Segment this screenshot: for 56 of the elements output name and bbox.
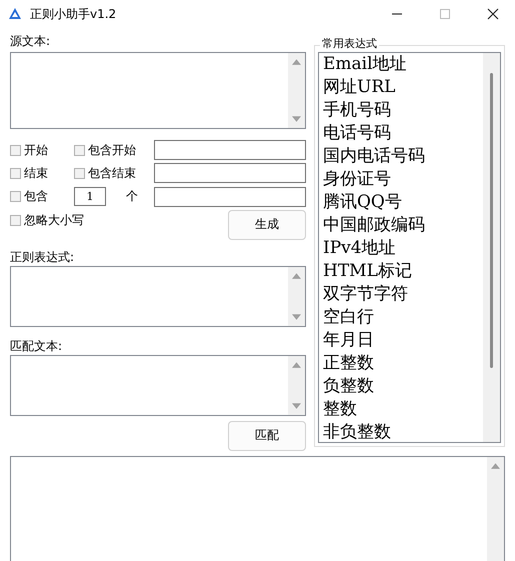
source-text-field[interactable] — [10, 52, 306, 130]
scrollbar-thumb[interactable] — [490, 73, 493, 368]
unit-label: 个 — [126, 188, 138, 206]
scrollbar[interactable] — [487, 457, 504, 561]
text-field[interactable] — [154, 163, 306, 184]
list-item[interactable]: 负整数 — [323, 375, 483, 398]
match-text-label: 匹配文本: — [10, 338, 64, 356]
scrollbar[interactable] — [288, 53, 305, 128]
regex-label: 正则表达式: — [10, 249, 76, 266]
scrollbar[interactable] — [288, 356, 305, 415]
text-field[interactable] — [154, 186, 306, 207]
group-title: 常用表达式 — [320, 37, 379, 51]
generate-button[interactable]: 生成 — [228, 210, 306, 240]
list-item[interactable]: 年月日 — [323, 329, 483, 352]
window-title: 正则小助手v1.2 — [30, 6, 116, 22]
list-item[interactable]: 空白行 — [323, 306, 483, 329]
list-item[interactable]: 双字节字符 — [323, 283, 483, 306]
text-field[interactable] — [154, 140, 306, 160]
list-item[interactable]: Email地址 — [323, 53, 483, 76]
checkbox-option[interactable]: 包含 — [10, 188, 74, 206]
scroll-up-icon[interactable] — [292, 59, 301, 65]
source-text-label: 源文本: — [10, 33, 52, 50]
list-item[interactable]: 整数 — [323, 398, 483, 421]
scroll-up-icon[interactable] — [491, 463, 500, 469]
app-icon — [8, 7, 22, 21]
checkbox-option[interactable]: 包含开始 — [74, 142, 154, 159]
match-button[interactable]: 匹配 — [228, 420, 306, 451]
scroll-up-icon[interactable] — [292, 273, 301, 280]
count-field[interactable]: 1 — [74, 187, 106, 206]
list-item[interactable]: IPv4地址 — [323, 237, 483, 260]
list-item[interactable]: 非负整数 — [323, 421, 483, 442]
scroll-up-icon[interactable] — [292, 362, 301, 368]
close-icon[interactable] — [487, 8, 499, 20]
regex-field[interactable] — [10, 266, 306, 328]
scroll-down-icon[interactable] — [292, 116, 301, 122]
list-item[interactable]: HTML标记 — [323, 260, 483, 283]
scrollbar[interactable] — [483, 53, 500, 442]
list-item[interactable]: 身份证号 — [323, 168, 483, 191]
preset-list[interactable]: Email地址 网址URL 手机号码 电话号码 国内电话号码 身份证号 腾讯QQ号 中国邮政编码 IPv4地址 HTML标记 双字节字符 空白行 年月日 正整数 负整数 整数 非负整数 — [318, 52, 501, 443]
scroll-down-icon[interactable] — [292, 402, 301, 409]
list-item[interactable]: 网址URL — [323, 76, 483, 99]
output-field[interactable] — [10, 456, 505, 561]
list-item[interactable]: 中国邮政编码 — [323, 214, 483, 237]
match-text-field[interactable] — [10, 355, 306, 416]
scroll-down-icon[interactable] — [292, 314, 301, 320]
scrollbar[interactable] — [288, 267, 305, 326]
list-item[interactable]: 腾讯QQ号 — [323, 191, 483, 214]
list-item[interactable]: 国内电话号码 — [323, 145, 483, 168]
list-item[interactable]: 正整数 — [323, 352, 483, 375]
checkbox-option[interactable]: 忽略大小写 — [10, 212, 84, 229]
maximize-icon[interactable] — [439, 8, 451, 20]
checkbox-option[interactable]: 包含结束 — [74, 164, 154, 182]
list-item[interactable]: 电话号码 — [323, 122, 483, 145]
list-item[interactable]: 手机号码 — [323, 99, 483, 122]
checkbox-option[interactable]: 结束 — [10, 164, 74, 182]
checkbox-option[interactable]: 开始 — [10, 142, 74, 159]
